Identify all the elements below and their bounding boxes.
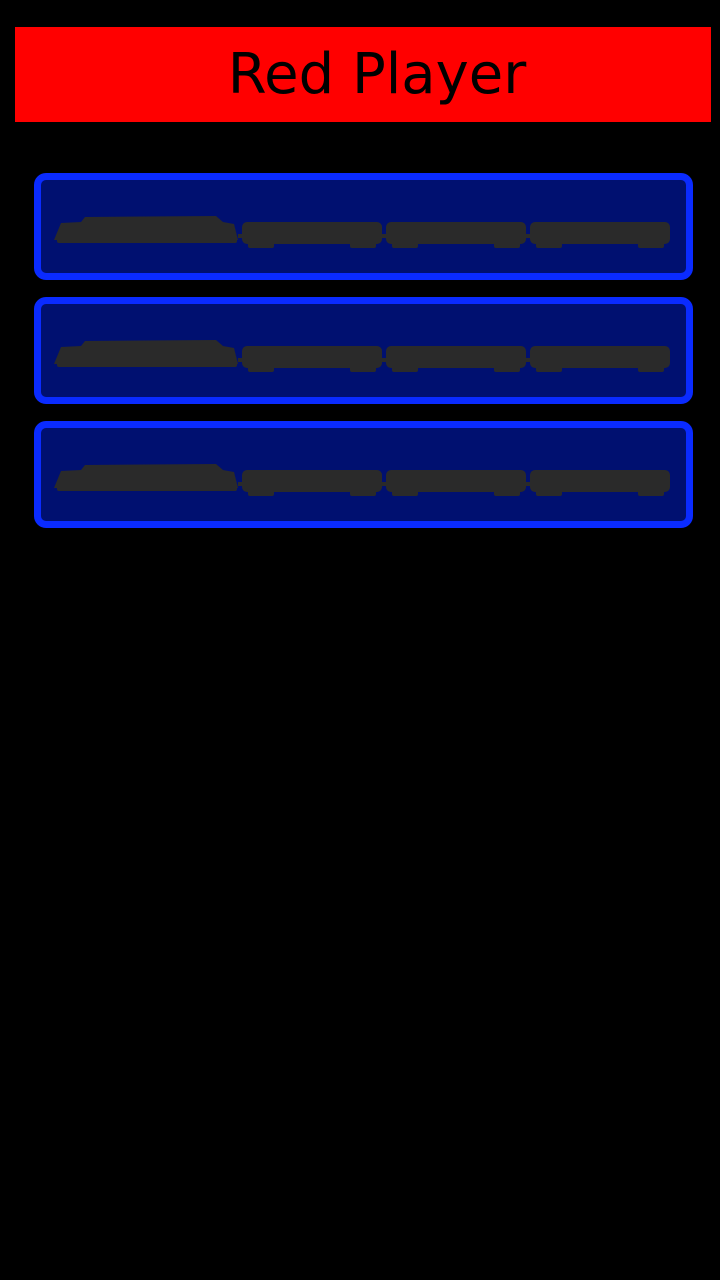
train-card-1[interactable] [34,173,693,280]
coach-icon [242,346,382,368]
coach-icon [386,222,526,244]
player-title: Red Player [227,41,527,107]
coach-icon [242,470,382,492]
player-header: Red Player [15,27,711,122]
train-card-2[interactable] [34,297,693,404]
locomotive-icon [54,340,238,364]
coach-icon [386,346,526,368]
locomotive-icon [54,216,238,240]
coach-icon [386,470,526,492]
train-icon [54,464,670,496]
coach-icon [530,346,670,368]
train-icon [54,340,670,372]
game-screen: Red Player [0,0,720,1280]
coach-icon [530,222,670,244]
coach-icon [530,470,670,492]
train-card-list [34,173,693,545]
coach-icon [242,222,382,244]
train-icon [54,216,670,248]
train-card-3[interactable] [34,421,693,528]
locomotive-icon [54,464,238,488]
